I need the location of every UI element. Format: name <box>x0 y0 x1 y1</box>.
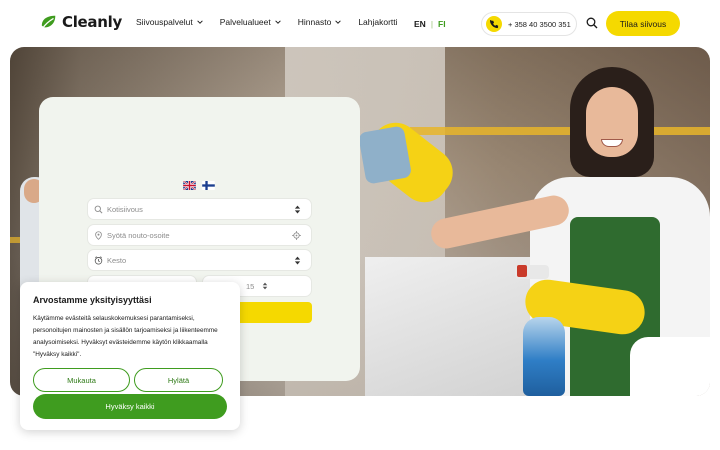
order-cleaning-button[interactable]: Tilaa siivous <box>606 11 680 36</box>
lang-separator: | <box>430 19 434 29</box>
language-switcher: EN | FI <box>414 19 446 29</box>
cookie-customize-button[interactable]: Mukauta <box>33 368 130 392</box>
hero-cleaning-cloth <box>357 125 413 185</box>
cookie-reject-button[interactable]: Hylätä <box>134 368 223 392</box>
main-nav: Siivouspalvelut Palvelualueet Hinnasto L… <box>136 17 398 27</box>
page: Cleanly Siivouspalvelut Palvelualueet Hi… <box>0 0 720 450</box>
chevron-down-icon <box>335 20 342 24</box>
nav-item-palvelualueet[interactable]: Palvelualueet <box>220 17 281 27</box>
pickup-address-placeholder: Syötä nouto-osoite <box>107 230 170 240</box>
nav-item-siivouspalvelut[interactable]: Siivouspalvelut <box>136 17 203 27</box>
cookie-accept-all-button[interactable]: Hyväksy kaikki <box>33 394 227 419</box>
duration-select[interactable]: Kesto <box>87 249 312 271</box>
clock-icon <box>94 255 103 265</box>
location-pin-icon <box>95 230 102 240</box>
chevron-down-icon <box>196 20 203 24</box>
service-select-value: Kotisiivous <box>107 204 143 214</box>
leaf-logo-icon <box>41 15 56 29</box>
logo-text: Cleanly <box>62 13 122 31</box>
nav-item-label: Hinnasto <box>297 17 332 27</box>
hero-corner-cutout <box>630 337 710 396</box>
nav-item-label: Siivouspalvelut <box>136 17 193 27</box>
phone-icon <box>486 16 502 32</box>
hero-spray-trigger <box>517 265 527 277</box>
sort-arrows-icon <box>294 256 301 264</box>
sort-arrows-icon <box>263 282 268 290</box>
duration-placeholder: Kesto <box>107 255 127 265</box>
cookie-title: Arvostamme yksityisyyttäsi <box>33 295 152 305</box>
hero-background-shelf <box>410 127 710 135</box>
fi-flag-icon[interactable] <box>202 181 215 190</box>
hero-spray-bottle <box>523 317 565 396</box>
pickup-address-input[interactable]: Syötä nouto-osoite <box>87 224 312 246</box>
service-select[interactable]: Kotisiivous <box>87 198 312 220</box>
nav-item-hinnasto[interactable]: Hinnasto <box>298 17 342 27</box>
phone-link[interactable]: + 358 40 3500 351 <box>481 12 577 36</box>
phone-number: + 358 40 3500 351 <box>508 19 571 29</box>
cookie-description: Käytämme evästeitä selauskokemuksesi par… <box>33 315 218 358</box>
sort-arrows-icon <box>294 205 301 213</box>
chevron-down-icon <box>275 20 281 24</box>
logo[interactable]: Cleanly <box>40 13 122 31</box>
site-header: Cleanly Siivouspalvelut Palvelualueet Hi… <box>0 0 720 46</box>
locate-me-icon[interactable] <box>292 230 301 240</box>
lang-en-link[interactable]: EN <box>414 19 426 29</box>
nav-item-label: Palvelualueet <box>219 17 271 27</box>
time-value: 15 <box>246 281 255 291</box>
search-icon[interactable] <box>586 17 598 29</box>
cookie-consent-banner: Arvostamme yksityisyyttäsi Käytämme eväs… <box>20 282 240 430</box>
lang-fi-link[interactable]: FI <box>438 19 446 29</box>
booking-language-flags <box>183 181 215 190</box>
search-icon <box>94 205 103 213</box>
uk-flag-icon[interactable] <box>183 181 196 190</box>
nav-item-label: Lahjakortti <box>358 17 398 27</box>
nav-item-lahjakortti[interactable]: Lahjakortti <box>358 17 397 27</box>
